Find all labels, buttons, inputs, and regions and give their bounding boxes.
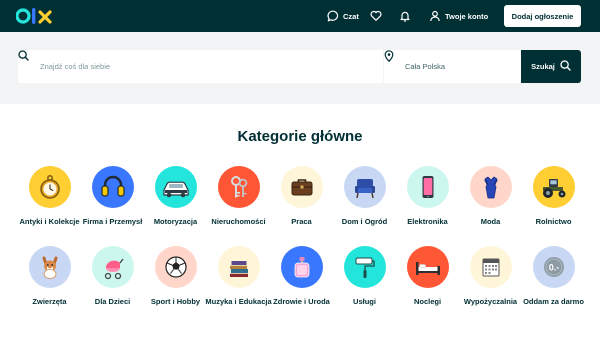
category-circle bbox=[280, 166, 323, 208]
books-icon bbox=[224, 252, 254, 282]
category-label: Dla Dzieci bbox=[94, 297, 131, 306]
category-label: Oddam za darmo bbox=[523, 297, 584, 306]
category-label: Firma i Przemysł bbox=[82, 217, 143, 226]
category-label: Nieruchomości bbox=[211, 217, 266, 226]
account-link[interactable]: Twoje konto bbox=[429, 8, 488, 24]
category-label: Zdrowie i Uroda bbox=[273, 297, 330, 306]
category-circle bbox=[217, 246, 260, 288]
category-circle bbox=[280, 246, 323, 288]
bed-icon bbox=[412, 252, 444, 282]
category-circle bbox=[406, 246, 449, 288]
category-dla-dzieci[interactable]: Dla Dzieci bbox=[81, 246, 144, 326]
category-dom-i-ogrod[interactable]: Dom i Ogród bbox=[333, 166, 396, 246]
favorites-button[interactable] bbox=[370, 8, 382, 24]
category-circle bbox=[406, 166, 449, 208]
category-noclegi[interactable]: Noclegi bbox=[396, 246, 459, 326]
top-header: Czat Twoje konto Dodaj ogłoszenie bbox=[0, 0, 600, 32]
category-wypozyczalnia[interactable]: Wypożyczalnia bbox=[459, 246, 522, 326]
category-row: Zwierzęta Dla Dzieci Sport i Hobby Muzyk… bbox=[18, 246, 585, 326]
category-label: Praca bbox=[291, 217, 312, 226]
category-rolnictwo[interactable]: Rolnictwo bbox=[522, 166, 585, 246]
category-praca[interactable]: Praca bbox=[270, 166, 333, 246]
chat-bubble-icon bbox=[327, 10, 343, 22]
category-circle bbox=[469, 246, 512, 288]
category-circle bbox=[343, 166, 386, 208]
category-label: Elektronika bbox=[407, 217, 448, 226]
zero-coin-icon: 0.- bbox=[539, 252, 569, 282]
category-label: Sport i Hobby bbox=[150, 297, 201, 306]
category-oddam-za-darmo[interactable]: 0.- Oddam za darmo bbox=[522, 246, 585, 326]
category-label: Antyki i Kolekcje bbox=[19, 217, 80, 226]
category-label: Muzyka i Edukacja bbox=[205, 297, 272, 306]
category-row: Antyki i Kolekcje Firma i Przemysł Motor… bbox=[18, 166, 582, 246]
user-icon bbox=[429, 10, 445, 22]
category-circle bbox=[532, 166, 575, 208]
ear-defenders-icon bbox=[98, 172, 128, 202]
category-label: Usługi bbox=[353, 297, 376, 306]
briefcase-icon bbox=[287, 172, 317, 202]
post-ad-button[interactable]: Dodaj ogłoszenie bbox=[504, 5, 581, 27]
categories-title: Kategorie główne bbox=[237, 128, 363, 145]
dog-icon bbox=[35, 252, 65, 282]
car-icon bbox=[160, 172, 192, 202]
category-circle bbox=[91, 166, 134, 208]
chat-link[interactable]: Czat bbox=[327, 8, 359, 24]
paint-roller-icon bbox=[350, 252, 380, 282]
armchair-icon bbox=[350, 172, 380, 202]
category-label: Zwierzęta bbox=[32, 297, 67, 306]
category-circle bbox=[28, 166, 71, 208]
category-antyki[interactable]: Antyki i Kolekcje bbox=[18, 166, 81, 246]
category-label: Wypożyczalnia bbox=[463, 297, 518, 306]
dress-icon bbox=[476, 172, 506, 202]
category-grid: Antyki i Kolekcje Firma i Przemysł Motor… bbox=[18, 166, 585, 326]
category-zdrowie-i-uroda[interactable]: Zdrowie i Uroda bbox=[270, 246, 333, 326]
category-nieruchomosci[interactable]: Nieruchomości bbox=[207, 166, 270, 246]
search-placeholder: Znajdź coś dla siebie bbox=[40, 62, 111, 71]
account-label: Twoje konto bbox=[445, 11, 489, 21]
tractor-icon bbox=[538, 172, 570, 202]
search-button[interactable]: Szukaj bbox=[521, 50, 581, 83]
search-button-label: Szukaj bbox=[531, 62, 555, 71]
category-moda[interactable]: Moda bbox=[459, 166, 522, 246]
category-elektronika[interactable]: Elektronika bbox=[396, 166, 459, 246]
category-circle: 0.- bbox=[532, 246, 575, 288]
heart-icon bbox=[370, 10, 382, 22]
location-placeholder: Cała Polska bbox=[405, 62, 446, 71]
category-circle bbox=[28, 246, 71, 288]
category-firma[interactable]: Firma i Przemysł bbox=[81, 166, 144, 246]
category-label: Noclegi bbox=[413, 297, 442, 306]
location-input[interactable]: Cała Polska bbox=[384, 50, 521, 83]
olx-logo[interactable] bbox=[15, 6, 56, 26]
category-label: Moda bbox=[480, 217, 501, 226]
chat-label: Czat bbox=[343, 11, 359, 21]
search-band: Znajdź coś dla siebie Cała Polska Szukaj bbox=[0, 32, 600, 104]
category-label: Rolnictwo bbox=[535, 217, 572, 226]
category-muzyka-i-edukacja[interactable]: Muzyka i Edukacja bbox=[205, 246, 272, 326]
category-circle bbox=[217, 166, 260, 208]
category-circle bbox=[154, 246, 197, 288]
search-input[interactable]: Znajdź coś dla siebie bbox=[18, 50, 383, 83]
category-label: Dom i Ogród bbox=[341, 217, 388, 226]
category-motoryzacja[interactable]: Motoryzacja bbox=[144, 166, 207, 246]
perfume-icon bbox=[287, 252, 317, 282]
category-sport-i-hobby[interactable]: Sport i Hobby bbox=[144, 246, 207, 326]
category-circle bbox=[343, 246, 386, 288]
search-icon bbox=[555, 60, 571, 73]
category-uslugi[interactable]: Usługi bbox=[333, 246, 396, 326]
pocket-watch-icon bbox=[35, 172, 65, 202]
category-label: Motoryzacja bbox=[153, 217, 198, 226]
category-zwierzeta[interactable]: Zwierzęta bbox=[18, 246, 81, 326]
category-circle bbox=[469, 166, 512, 208]
calendar-icon bbox=[476, 252, 506, 282]
keys-icon bbox=[224, 172, 254, 202]
notifications-button[interactable] bbox=[399, 8, 411, 24]
ball-icon bbox=[161, 252, 191, 282]
category-circle bbox=[91, 246, 134, 288]
smartphone-icon bbox=[413, 172, 443, 202]
stroller-icon bbox=[98, 252, 128, 282]
coin-text: 0.- bbox=[548, 262, 559, 272]
category-circle bbox=[154, 166, 197, 208]
bell-icon bbox=[399, 10, 411, 22]
